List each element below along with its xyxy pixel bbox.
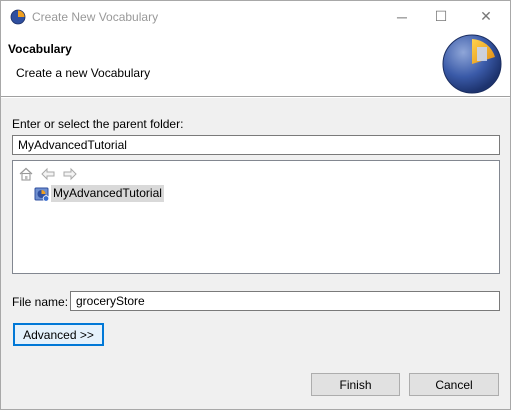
cancel-button[interactable]: Cancel — [409, 373, 499, 396]
folder-tree[interactable]: MyAdvancedTutorial — [12, 160, 500, 274]
home-icon[interactable] — [19, 167, 33, 181]
advanced-button[interactable]: Advanced >> — [13, 323, 104, 346]
forward-arrow-icon[interactable] — [62, 167, 78, 181]
close-button[interactable]: ✕ — [469, 1, 503, 32]
header-divider-highlight — [1, 97, 510, 98]
minimize-button[interactable]: ─ — [385, 1, 419, 32]
tree-item-label: MyAdvancedTutorial — [51, 185, 164, 202]
title-bar: Create New Vocabulary ─ ☐ ✕ — [1, 1, 510, 32]
page-title: Vocabulary — [8, 42, 72, 56]
back-arrow-icon[interactable] — [40, 167, 56, 181]
file-name-label: File name: — [12, 295, 69, 309]
create-vocabulary-dialog: Create New Vocabulary ─ ☐ ✕ Vocabulary C… — [0, 0, 511, 410]
window-title: Create New Vocabulary — [32, 10, 159, 24]
eclipse-app-icon — [10, 9, 26, 25]
maximize-button[interactable]: ☐ — [424, 1, 458, 32]
project-folder-icon — [34, 186, 50, 202]
page-description: Create a new Vocabulary — [16, 66, 151, 80]
parent-folder-input[interactable] — [12, 135, 500, 155]
vocabulary-wizard-logo-icon — [441, 33, 503, 95]
file-name-input[interactable] — [70, 291, 500, 311]
finish-button[interactable]: Finish — [311, 373, 400, 396]
tree-item-myadvancedtutorial[interactable]: MyAdvancedTutorial — [32, 185, 169, 203]
wizard-header: Vocabulary Create a new Vocabulary — [1, 32, 510, 96]
parent-folder-label: Enter or select the parent folder: — [12, 117, 184, 131]
